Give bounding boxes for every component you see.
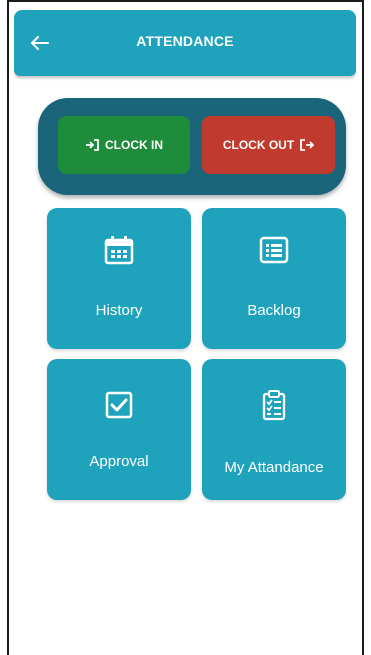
clock-in-label: CLOCK IN	[105, 138, 163, 152]
clock-out-button[interactable]: CLOCK OUT	[202, 116, 335, 174]
sign-out-icon	[300, 139, 315, 151]
clock-panel: CLOCK IN CLOCK OUT	[38, 98, 346, 195]
history-tile[interactable]: History	[47, 208, 191, 349]
app-screen: ATTENDANCE CLOCK IN CLOCK OUT History Ba…	[14, 10, 356, 655]
checkbox-icon	[105, 391, 133, 419]
clock-in-button[interactable]: CLOCK IN	[58, 116, 190, 174]
device-frame-right	[362, 0, 364, 655]
device-frame-left	[7, 0, 9, 655]
backlog-label: Backlog	[247, 302, 301, 319]
clipboard-checklist-icon	[262, 390, 286, 421]
app-header: ATTENDANCE	[14, 10, 356, 76]
device-frame-top	[7, 0, 364, 2]
approval-label: Approval	[89, 453, 149, 470]
list-icon	[259, 236, 289, 264]
my-attendance-tile[interactable]: My Attandance	[202, 359, 346, 500]
my-attendance-label: My Attandance	[224, 459, 324, 476]
clock-out-label: CLOCK OUT	[222, 138, 295, 152]
page-title: ATTENDANCE	[136, 33, 234, 49]
sign-in-icon	[86, 139, 99, 151]
backlog-tile[interactable]: Backlog	[202, 208, 346, 349]
approval-tile[interactable]: Approval	[47, 359, 191, 500]
history-label: History	[95, 302, 143, 319]
calendar-icon	[104, 236, 134, 265]
